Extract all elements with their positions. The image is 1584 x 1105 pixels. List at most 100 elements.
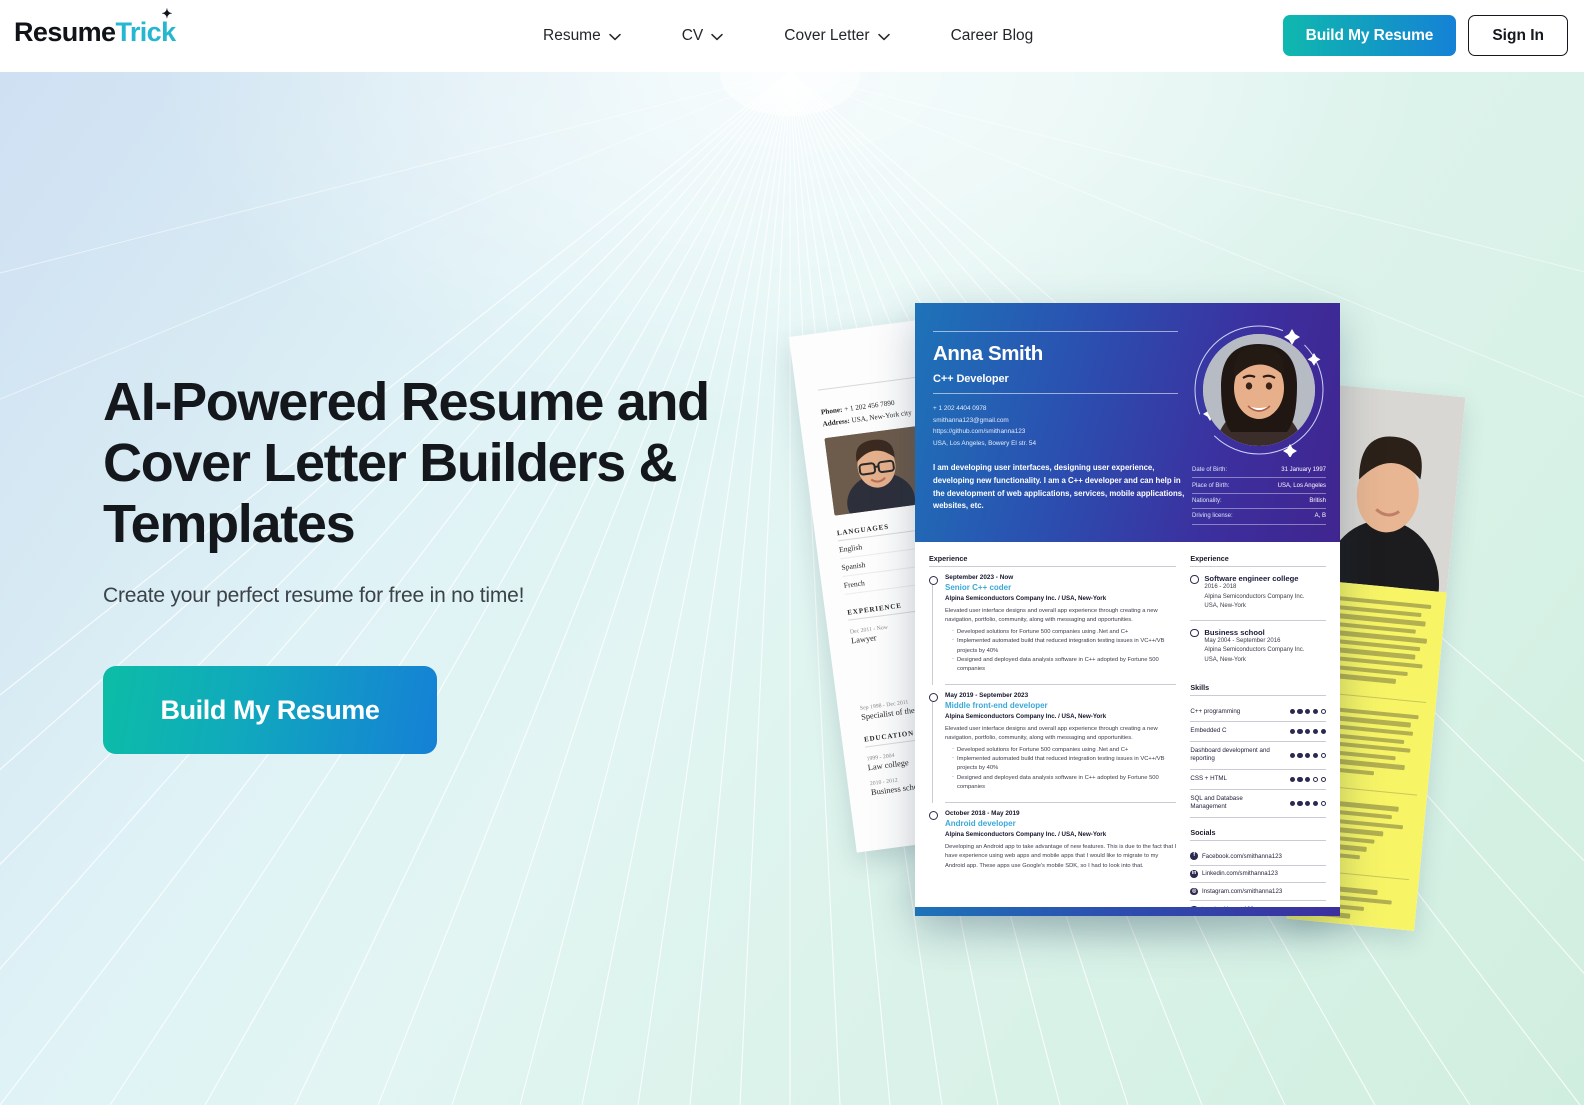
star-icon: ✦ xyxy=(161,6,172,21)
right-card-photo xyxy=(1319,385,1466,593)
resume-body: Experience September 2023 - Now Senior C… xyxy=(915,542,1340,916)
experience-item: October 2018 - May 2019 Android develope… xyxy=(929,810,1176,879)
contact-phone: + 1 202 4404 0978 xyxy=(933,405,987,412)
chevron-down-icon xyxy=(608,33,621,40)
contact-address: USA, Los Angeles, Bowery El str. 54 xyxy=(933,439,1037,447)
experience-date: September 2023 - Now xyxy=(945,574,1014,581)
social-link: Facebook.com/smithanna123 xyxy=(1201,852,1282,860)
info-value: 31 January 1997 xyxy=(1281,467,1326,474)
contact-email: smithanna123@gmail.com xyxy=(933,416,1009,424)
skill-name: CSS + HTML xyxy=(1190,774,1227,782)
experience-date: May 2019 - September 2023 xyxy=(945,691,1029,699)
featured-resume-card[interactable]: Anna Smith C++ Developer + 1 202 4404 09… xyxy=(915,303,1340,916)
section-title-skills: Skills xyxy=(1190,683,1326,696)
divider xyxy=(1190,619,1326,621)
experience-bullet: Implemented automated build that reduced… xyxy=(952,636,1176,656)
divider xyxy=(945,801,1177,803)
social-row[interactable]: in Linkedin.com/smithanna123 xyxy=(1190,866,1326,884)
education-item: Business school May 2004 - September 201… xyxy=(1190,628,1326,673)
nav-label: CV xyxy=(681,27,704,44)
education-item: Software engineer college 2016 - 2018 Al… xyxy=(1190,574,1326,619)
logo-text-accent: Trick ✦ xyxy=(115,6,176,47)
section-title-experience: Experience xyxy=(929,554,1177,567)
experience-company: Alpina Semiconductors Company Inc. / USA… xyxy=(945,830,1107,838)
logo[interactable]: ResumeTrick ✦ xyxy=(14,6,176,48)
linkedin-icon: in xyxy=(1190,870,1198,878)
experience-item: September 2023 - Now Senior C++ coder Al… xyxy=(929,574,1176,685)
header-build-resume-button[interactable]: Build My Resume xyxy=(1282,15,1457,56)
experience-company: Alpina Semiconductors Company Inc. / USA… xyxy=(945,712,1107,720)
experience-description: Elevated user interface designs and over… xyxy=(945,725,1158,742)
info-label: Nationality: xyxy=(1192,497,1222,504)
info-label: Date of Birth: xyxy=(1192,467,1228,474)
section-title-education: Experience xyxy=(1190,554,1326,567)
instagram-icon: ◎ xyxy=(1190,887,1198,896)
experience-bullets: Developed solutions for Fortune 500 comp… xyxy=(952,745,1176,793)
resume-personal-info-table: Date of Birth: 31 January 1997 Place of … xyxy=(1192,463,1326,525)
skill-rating xyxy=(1289,728,1326,735)
social-row[interactable]: ◎ Instagram.com/smithanna123 xyxy=(1190,883,1326,902)
skill-rating xyxy=(1289,800,1326,806)
education-location: USA, New-York xyxy=(1204,603,1246,610)
education-company: Alpina Semiconductors Company Inc. xyxy=(1204,593,1305,600)
nav-label: Career Blog xyxy=(950,27,1034,44)
resume-job-title: C++ Developer xyxy=(933,373,1178,394)
education-title: Business school xyxy=(1204,627,1265,637)
social-link: Linkedin.com/smithanna123 xyxy=(1201,870,1278,878)
resume-side-column: Experience Software engineer college 201… xyxy=(1186,554,1326,916)
skill-row: SQL and Database Management xyxy=(1190,790,1326,818)
main-navigation: Resume CV Cover Letter Career Blog xyxy=(543,0,1055,72)
site-header: ResumeTrick ✦ Resume CV Cover Letter Care… xyxy=(0,0,1584,72)
skill-name: Embedded C xyxy=(1190,727,1227,735)
skill-row: CSS + HTML xyxy=(1190,770,1326,790)
experience-title: Middle front-end developer xyxy=(945,700,1048,710)
social-link: Instagram.com/smithanna123 xyxy=(1201,888,1283,896)
education-company: Alpina Semiconductors Company Inc. xyxy=(1204,647,1305,654)
experience-title: Senior C++ coder xyxy=(945,583,1012,592)
education-date: May 2004 - September 2016 xyxy=(1204,637,1281,644)
header-actions: Build My Resume Sign In xyxy=(1282,15,1568,56)
resume-header: Anna Smith C++ Developer + 1 202 4404 09… xyxy=(915,303,1340,542)
section-title-socials: Socials xyxy=(1190,828,1326,841)
facebook-icon: f xyxy=(1190,852,1198,860)
resume-summary: I am developing user interfaces, designi… xyxy=(933,463,1185,511)
experience-bullet: Implemented automated build that reduced… xyxy=(952,754,1176,774)
experience-bullets: Developed solutions for Fortune 500 comp… xyxy=(952,627,1176,675)
skill-row: Dashboard development and reporting xyxy=(1190,742,1326,770)
nav-label: Resume xyxy=(543,27,601,44)
sign-in-button[interactable]: Sign In xyxy=(1468,15,1568,56)
nav-label: Cover Letter xyxy=(784,27,870,44)
logo-text-primary: Resume xyxy=(14,17,116,47)
hero-section: AI-Powered Resume and Cover Letter Build… xyxy=(0,72,1584,1105)
social-row[interactable]: f Facebook.com/smithanna123 xyxy=(1190,848,1326,866)
skill-name: Dashboard development and reporting xyxy=(1190,746,1270,763)
info-value: A, B xyxy=(1314,513,1326,520)
skill-rating xyxy=(1289,776,1326,782)
resume-candidate-name: Anna Smith xyxy=(933,331,1178,373)
experience-title: Android developer xyxy=(945,818,1016,828)
info-value: USA, Los Angeles xyxy=(1277,482,1326,489)
experience-description: Elevated user interface designs and over… xyxy=(945,608,1158,624)
skill-name: C++ programming xyxy=(1190,707,1241,715)
info-row: Place of Birth: USA, Los Angeles xyxy=(1192,478,1326,494)
skill-rating xyxy=(1289,752,1326,758)
nav-item-cv[interactable]: CV xyxy=(682,27,745,45)
info-row: Date of Birth: 31 January 1997 xyxy=(1192,463,1326,479)
contact-github: https://github.com/smithanna123 xyxy=(933,428,1026,436)
experience-bullet: Designed and deployed data analysis soft… xyxy=(952,773,1176,793)
nav-item-cover-letter[interactable]: Cover Letter xyxy=(784,27,910,45)
skill-name: SQL and Database Management xyxy=(1190,794,1243,811)
info-value: British xyxy=(1309,497,1326,504)
nav-item-career-blog[interactable]: Career Blog xyxy=(951,27,1056,45)
resume-templates-showcase: Phone: + 1 202 456 7890 Address: USA, Ne… xyxy=(0,72,1584,1105)
info-label: Place of Birth: xyxy=(1192,482,1230,489)
nav-item-resume[interactable]: Resume xyxy=(543,27,642,45)
education-date: 2016 - 2018 xyxy=(1204,584,1237,590)
resume-experience-column: Experience September 2023 - Now Senior C… xyxy=(929,554,1186,916)
phone-label: Phone: xyxy=(820,405,843,417)
skill-row: C++ programming xyxy=(1190,703,1326,723)
address-label: Address: xyxy=(822,416,851,429)
education-title: Software engineer college xyxy=(1204,574,1299,583)
experience-date: October 2018 - May 2019 xyxy=(945,809,1020,817)
experience-company: Alpina Semiconductors Company Inc. / USA… xyxy=(945,595,1107,602)
